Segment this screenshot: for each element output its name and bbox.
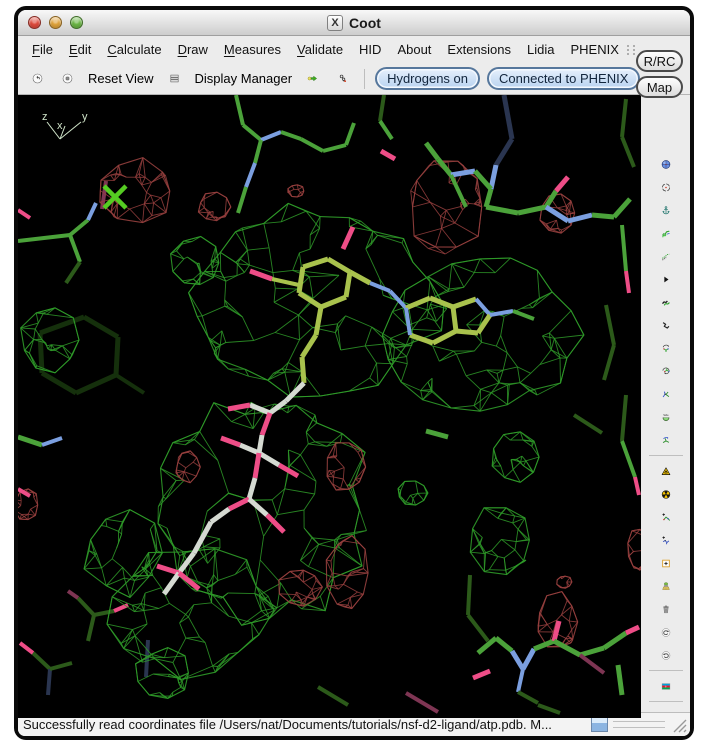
delete-item-icon[interactable] [655, 598, 677, 620]
window-title-area: X Coot [18, 10, 690, 35]
progress-indicator [591, 717, 608, 732]
r-rc-button[interactable]: R/RC [636, 50, 683, 72]
rail-separator [649, 455, 683, 456]
svg-text:y: y [82, 111, 88, 123]
rigid-body-fit-icon[interactable] [655, 291, 677, 313]
map-button[interactable]: Map [636, 76, 683, 98]
menu-edit[interactable]: Edit [61, 38, 99, 61]
rail-separator [649, 670, 683, 671]
svg-text:Side: Side [663, 413, 669, 417]
hydrogens-toggle-button[interactable]: Hydrogens on [375, 67, 480, 90]
expand-arrow-icon[interactable] [655, 268, 677, 290]
stop-button[interactable] [56, 67, 79, 90]
menu-file[interactable]: File [24, 38, 61, 61]
menu-calculate[interactable]: Calculate [99, 38, 169, 61]
toolbar: Reset View Display Manager Hydrogens on Con… [18, 63, 690, 95]
close-button[interactable] [28, 16, 41, 29]
jed-flip-icon[interactable] [655, 429, 677, 451]
phenix-connection-button[interactable]: Connected to PHENIX [487, 67, 640, 90]
resize-grip[interactable] [670, 716, 688, 734]
reset-view-button[interactable]: Reset View [86, 69, 156, 88]
warning-triangle-icon[interactable] [655, 460, 677, 482]
menubar: FileEditCalculateDrawMeasuresValidateHID… [18, 36, 690, 63]
coot-window: X Coot FileEditCalculateDrawMeasuresVali… [14, 6, 694, 740]
map-sphere-icon[interactable] [655, 153, 677, 175]
status-message: Successfully read coordinates file /User… [23, 717, 586, 732]
add-alt-conf-icon[interactable] [655, 529, 677, 551]
main-area: zx y Side [18, 95, 690, 712]
ligand-builder-button[interactable] [331, 67, 354, 90]
play-icon[interactable] [655, 706, 677, 712]
titlebar[interactable]: X Coot [18, 10, 690, 36]
anchor-icon[interactable] [655, 199, 677, 221]
minimize-button[interactable] [49, 16, 62, 29]
statusbar-lines [613, 721, 665, 728]
go-arrow-button[interactable] [301, 67, 324, 90]
edit-chi-angles-icon[interactable] [655, 383, 677, 405]
window-title: Coot [349, 15, 381, 31]
menu-about[interactable]: About [389, 38, 439, 61]
rail-separator [649, 701, 683, 702]
menu-lidia[interactable]: Lidia [519, 38, 562, 61]
rotate-translate-icon[interactable] [655, 314, 677, 336]
menu-hid[interactable]: HID [351, 38, 389, 61]
add-terminal-residue-icon[interactable] [655, 506, 677, 528]
svg-text:z: z [42, 111, 48, 123]
flag-icon[interactable] [655, 675, 677, 697]
corner-buttons: R/RC Map [636, 50, 683, 98]
gl-canvas[interactable]: zx y [18, 95, 641, 712]
auto-fit-rotamer-icon[interactable] [655, 337, 677, 359]
svg-text:x: x [57, 120, 63, 132]
menu-phenix[interactable]: PHENIX [562, 38, 626, 61]
molecular-scene: zx y [18, 95, 641, 718]
refine-zone-icon[interactable] [655, 222, 677, 244]
target-icon[interactable] [655, 176, 677, 198]
zoom-button[interactable] [70, 16, 83, 29]
right-toolbar: Side [641, 95, 690, 712]
brush-icon[interactable] [655, 575, 677, 597]
menu-validate[interactable]: Validate [289, 38, 351, 61]
display-manager-icon-button[interactable] [163, 67, 186, 90]
radiation-icon[interactable] [655, 483, 677, 505]
menu-measures[interactable]: Measures [216, 38, 289, 61]
toolbar-separator [364, 69, 365, 89]
redo-icon[interactable] [655, 644, 677, 666]
add-atom-icon[interactable] [655, 552, 677, 574]
menu-extensions[interactable]: Extensions [439, 38, 519, 61]
traffic-lights [28, 16, 83, 29]
menu-draw[interactable]: Draw [170, 38, 216, 61]
undo-icon[interactable] [655, 621, 677, 643]
back-button[interactable] [26, 67, 49, 90]
regularize-zone-icon[interactable] [655, 245, 677, 267]
rotamers-icon[interactable] [655, 360, 677, 382]
side-chain-flip-icon[interactable]: Side [655, 406, 677, 428]
x11-icon: X [327, 15, 343, 31]
display-manager-button[interactable]: Display Manager [193, 69, 295, 88]
